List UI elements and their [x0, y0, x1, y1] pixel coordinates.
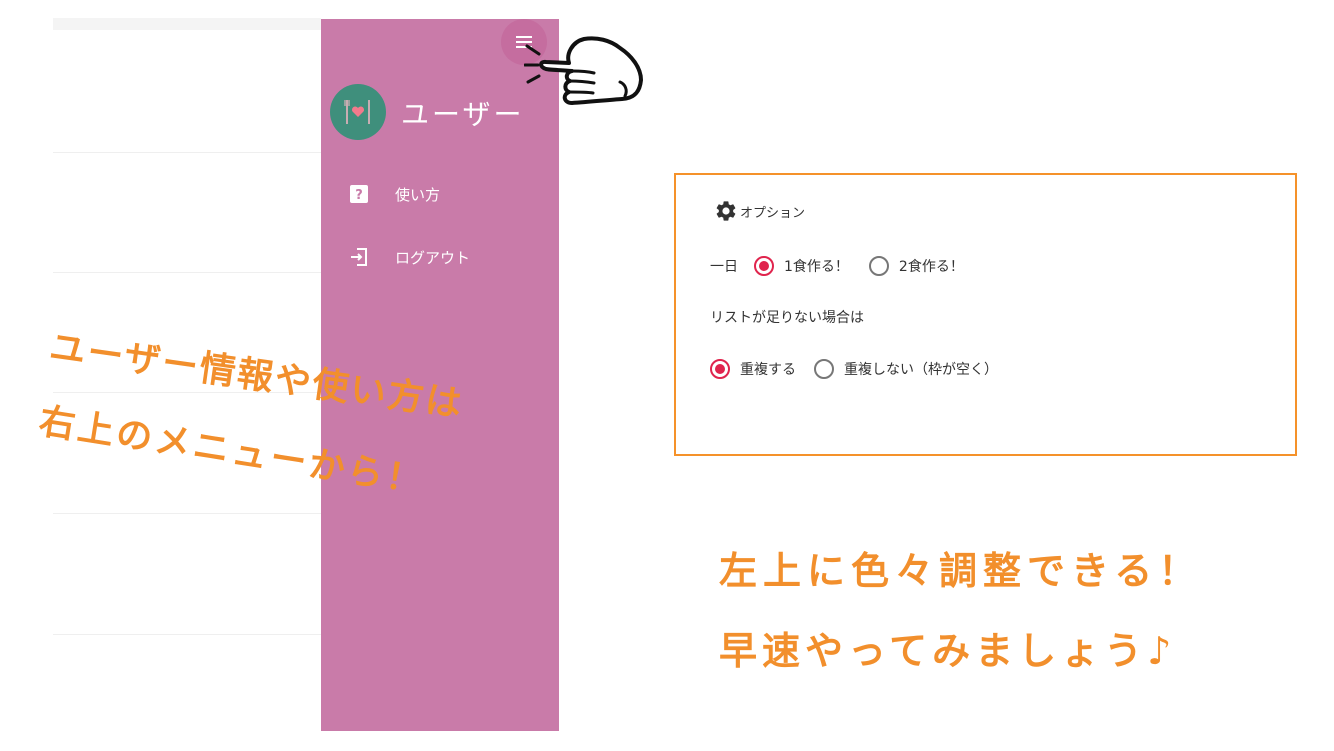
radio-no-duplicate-label[interactable]: 重複しない（枠が空く）: [844, 359, 998, 379]
drawer-item-label: ログアウト: [395, 248, 471, 267]
radio-one-meal-label[interactable]: 1食作る！: [784, 256, 849, 276]
drawer-item-help[interactable]: ? 使い方: [348, 183, 440, 205]
logout-icon: [348, 246, 370, 268]
options-hint-caption: 左上に色々調整できる！: [719, 549, 1203, 593]
options-title: オプション: [740, 205, 806, 221]
options-header: オプション: [714, 199, 805, 223]
radio-allow-duplicate[interactable]: [710, 359, 730, 379]
shortage-row: 重複する 重複しない（枠が空く）: [710, 359, 998, 379]
radio-two-meals-label[interactable]: 2食作る！: [899, 256, 964, 276]
radio-one-meal[interactable]: [754, 256, 774, 276]
background-list-divider: [53, 513, 321, 514]
background-list-divider: [53, 272, 321, 273]
background-list-divider: [53, 634, 321, 635]
drawer-item-logout[interactable]: ログアウト: [348, 246, 470, 268]
background-list-divider: [53, 152, 321, 153]
per-day-label: 一日: [710, 259, 738, 275]
shortage-question: リストが足りない場合は: [710, 307, 864, 327]
drawer-item-label: 使い方: [395, 185, 441, 204]
utensils-heart-icon: [344, 100, 370, 124]
radio-allow-duplicate-label[interactable]: 重複する: [740, 359, 796, 379]
avatar: [330, 84, 386, 140]
pointing-hand-icon: [524, 36, 643, 105]
options-panel: オプション 一日 1食作る！ 2食作る！ リストが足りない場合は 重複する 重複…: [674, 173, 1297, 456]
help-icon: ?: [348, 183, 370, 205]
svg-text:?: ?: [355, 188, 363, 203]
shortage-question-text: リストが足りない場合は: [710, 310, 864, 326]
drawer-user-name: ユーザー: [401, 98, 525, 131]
radio-no-duplicate[interactable]: [814, 359, 834, 379]
options-hint-caption: 早速やってみましょう♪: [719, 629, 1177, 673]
radio-two-meals[interactable]: [868, 256, 889, 276]
per-day-row: 一日 1食作る！ 2食作る！: [710, 256, 964, 276]
background-app-header: [53, 18, 321, 30]
gear-icon: [716, 201, 736, 221]
